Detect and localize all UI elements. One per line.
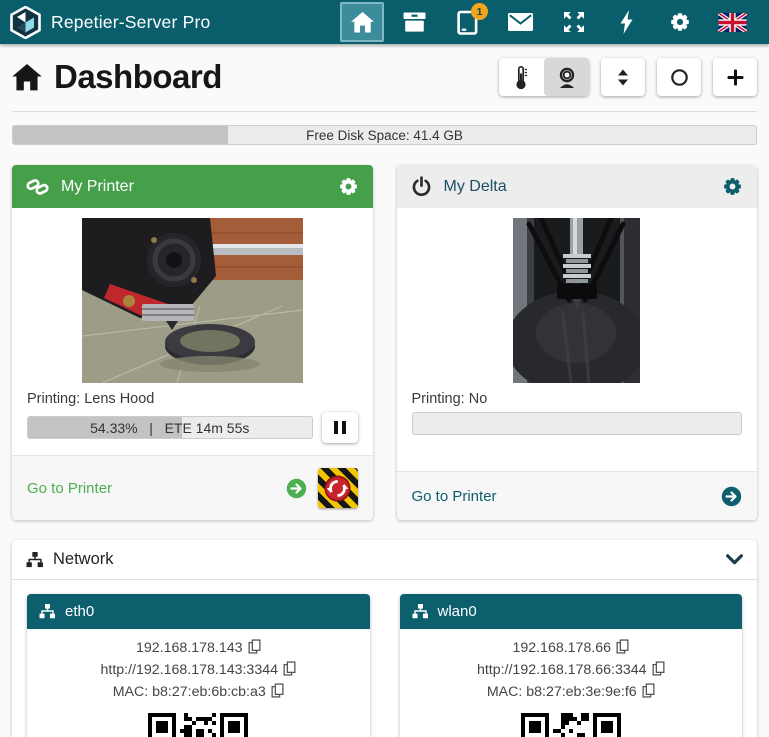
- disk-space-label: Free Disk Space: 41.4 GB: [13, 126, 756, 144]
- printing-status: Printing: No: [412, 391, 743, 407]
- copy-icon[interactable]: [652, 661, 665, 682]
- interface-name: wlan0: [438, 603, 477, 620]
- printer-name: My Printer: [61, 178, 134, 196]
- webcam-image-my-delta: [513, 218, 640, 383]
- print-progress-bar: [412, 412, 743, 435]
- brand: Repetier-Server Pro: [10, 6, 210, 39]
- copy-icon[interactable]: [616, 639, 629, 660]
- interface-mac: MAC: b8:27:eb:6b:cb:a3: [113, 684, 266, 700]
- copy-icon[interactable]: [271, 683, 284, 704]
- interface-url: http://192.168.178.66:3344: [477, 662, 647, 678]
- interface-name: eth0: [65, 603, 94, 620]
- view-toggle-group: [499, 58, 589, 96]
- thermometer-icon: [515, 65, 528, 90]
- archive-box-icon: [403, 12, 426, 32]
- printing-status: Printing: Lens Hood: [27, 391, 358, 407]
- circle-view-button[interactable]: [657, 58, 701, 96]
- lightning-bolt-icon: [619, 10, 634, 34]
- sort-arrows-icon: [616, 68, 630, 87]
- nav-print-queue-button[interactable]: [388, 0, 441, 44]
- interface-header: wlan0: [400, 594, 743, 629]
- interface-mac: MAC: b8:27:eb:3e:9e:f6: [487, 684, 637, 700]
- arrow-circle-right-icon[interactable]: [286, 478, 307, 499]
- interface-header: eth0: [27, 594, 370, 629]
- qr-code: [521, 713, 621, 737]
- printer-card-footer: Go to Printer: [12, 455, 373, 520]
- interface-card-wlan0: wlan0 192.168.178.66 http://192.168.178.…: [400, 594, 743, 737]
- plus-icon: [726, 68, 745, 87]
- page-header: Dashboard: [12, 58, 757, 96]
- uk-flag-icon: [718, 13, 747, 32]
- nav-settings-button[interactable]: [653, 0, 706, 44]
- print-progress-text: 54.33% | ETE 14m 55s: [28, 417, 312, 438]
- gear-icon: [669, 11, 691, 33]
- sitemap-icon: [26, 552, 44, 568]
- printer-card-header: My Printer: [12, 165, 373, 208]
- chevron-down-icon[interactable]: [726, 554, 743, 565]
- copy-icon[interactable]: [248, 639, 261, 660]
- network-title: Network: [53, 550, 114, 569]
- page-title: Dashboard: [54, 58, 222, 96]
- app-title: Repetier-Server Pro: [51, 12, 210, 33]
- header-divider: [12, 111, 757, 112]
- nav-messages-button[interactable]: [494, 0, 547, 44]
- repetier-logo-icon: [10, 6, 41, 39]
- nav-devices-button[interactable]: 1: [441, 0, 494, 44]
- interface-url: http://192.168.178.143:3344: [100, 662, 278, 678]
- circle-icon: [670, 68, 689, 87]
- envelope-icon: [508, 13, 533, 31]
- top-navbar: Repetier-Server Pro: [0, 0, 769, 44]
- expand-arrows-icon: [563, 11, 585, 33]
- printer-settings-gear[interactable]: [338, 176, 359, 197]
- printer-card-my-delta: My Delta: [397, 165, 758, 520]
- emergency-stop-button[interactable]: [318, 468, 358, 508]
- copy-icon[interactable]: [642, 683, 655, 704]
- home-title-icon: [12, 64, 42, 91]
- power-icon: [411, 176, 432, 197]
- arrow-circle-right-icon[interactable]: [721, 486, 742, 507]
- go-to-printer-link[interactable]: Go to Printer: [27, 480, 112, 497]
- disk-space-bar: Free Disk Space: 41.4 GB: [12, 125, 757, 145]
- nav-home-button[interactable]: [340, 2, 384, 42]
- copy-icon[interactable]: [283, 661, 296, 682]
- device-count-badge: 1: [471, 3, 488, 20]
- sitemap-icon: [412, 604, 429, 619]
- pause-icon: [334, 421, 338, 434]
- printer-card-footer: Go to Printer: [397, 471, 758, 520]
- printer-card-my-printer: My Printer: [12, 165, 373, 520]
- webcam-image-my-printer: [82, 218, 303, 383]
- webcam-icon: [556, 66, 578, 89]
- sort-printers-button[interactable]: [601, 58, 645, 96]
- home-icon: [351, 12, 374, 33]
- go-to-printer-link[interactable]: Go to Printer: [412, 488, 497, 505]
- interface-ip: 192.168.178.66: [512, 640, 611, 656]
- sitemap-icon: [39, 604, 56, 619]
- interface-card-eth0: eth0 192.168.178.143 http://192.168.178.…: [27, 594, 370, 737]
- printer-name: My Delta: [444, 178, 507, 196]
- link-icon: [26, 177, 49, 197]
- webcam-view-button[interactable]: [544, 58, 589, 96]
- network-header[interactable]: Network: [12, 540, 757, 580]
- nav-fullscreen-button[interactable]: [547, 0, 600, 44]
- navbar-icons: 1: [336, 0, 759, 44]
- printer-settings-gear[interactable]: [722, 176, 743, 197]
- interface-ip: 192.168.178.143: [136, 640, 243, 656]
- printer-card-header: My Delta: [397, 165, 758, 208]
- network-section: Network: [12, 540, 757, 737]
- qr-code: [148, 713, 248, 737]
- add-printer-button[interactable]: [713, 58, 757, 96]
- pause-button[interactable]: [322, 412, 358, 443]
- nav-language-button[interactable]: [706, 0, 759, 44]
- temperature-view-button[interactable]: [499, 58, 544, 96]
- nav-power-actions-button[interactable]: [600, 0, 653, 44]
- print-progress-bar: 54.33% | ETE 14m 55s: [27, 416, 313, 439]
